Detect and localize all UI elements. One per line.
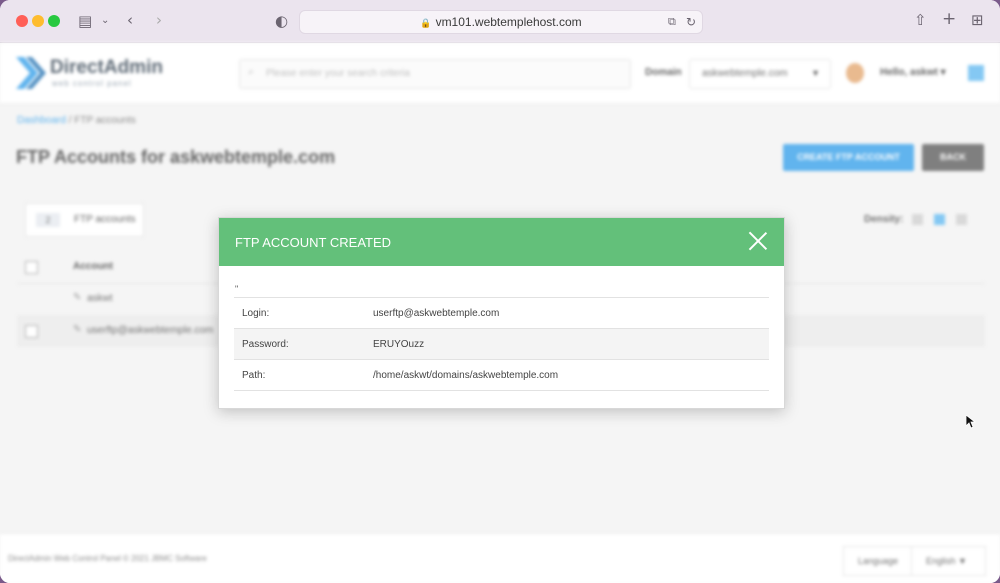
close-window-button[interactable] — [16, 15, 28, 27]
zoom-window-button[interactable] — [48, 15, 60, 27]
url-text: vm101.webtemplehost.com — [435, 15, 582, 29]
address-bar[interactable]: 🔒 vm101.webtemplehost.com ⧉ ↻ — [299, 10, 703, 34]
back-arrow-icon[interactable]: ‹ — [127, 11, 133, 29]
shield-icon[interactable]: ◐ — [275, 12, 288, 30]
browser-window: ▤ ⌄ ‹ › ◐ 🔒 vm101.webtemplehost.com ⧉ ↻ ⇧… — [0, 0, 1000, 583]
path-label: Path: — [234, 359, 373, 391]
ftp-created-dialog: FTP ACCOUNT CREATED " Login: userftp@ask… — [218, 217, 785, 409]
new-tab-icon[interactable]: + — [942, 10, 956, 28]
mouse-cursor-icon — [966, 415, 976, 429]
login-value: userftp@askwebtemple.com — [373, 297, 769, 329]
password-value: ERUYOuzz — [373, 328, 769, 360]
path-row: Path: /home/askwt/domains/askwebtemple.c… — [234, 359, 769, 391]
sidebar-icon[interactable]: ▤ — [78, 12, 92, 30]
forward-arrow-icon[interactable]: › — [156, 11, 162, 29]
dialog-header: FTP ACCOUNT CREATED — [219, 218, 784, 266]
tab-overview-icon[interactable]: ⊞ — [971, 11, 984, 29]
close-icon[interactable] — [748, 231, 768, 251]
translate-icon[interactable]: ⧉ — [668, 13, 676, 31]
minimize-window-button[interactable] — [32, 15, 44, 27]
path-value: /home/askwt/domains/askwebtemple.com — [373, 359, 769, 391]
lock-icon: 🔒 — [420, 18, 432, 28]
browser-toolbar: ▤ ⌄ ‹ › ◐ 🔒 vm101.webtemplehost.com ⧉ ↻ ⇧… — [0, 0, 1000, 43]
login-row: Login: userftp@askwebtemple.com — [234, 297, 769, 329]
dialog-quote-mark: " — [235, 284, 239, 294]
dialog-title: FTP ACCOUNT CREATED — [235, 235, 392, 250]
password-label: Password: — [234, 328, 373, 360]
chevron-down-icon[interactable]: ⌄ — [101, 12, 109, 30]
account-details-table: Login: userftp@askwebtemple.com Password… — [234, 297, 769, 391]
share-icon[interactable]: ⇧ — [914, 11, 927, 29]
login-label: Login: — [234, 297, 373, 329]
reload-icon[interactable]: ↻ — [686, 13, 696, 31]
password-row: Password: ERUYOuzz — [234, 328, 769, 360]
